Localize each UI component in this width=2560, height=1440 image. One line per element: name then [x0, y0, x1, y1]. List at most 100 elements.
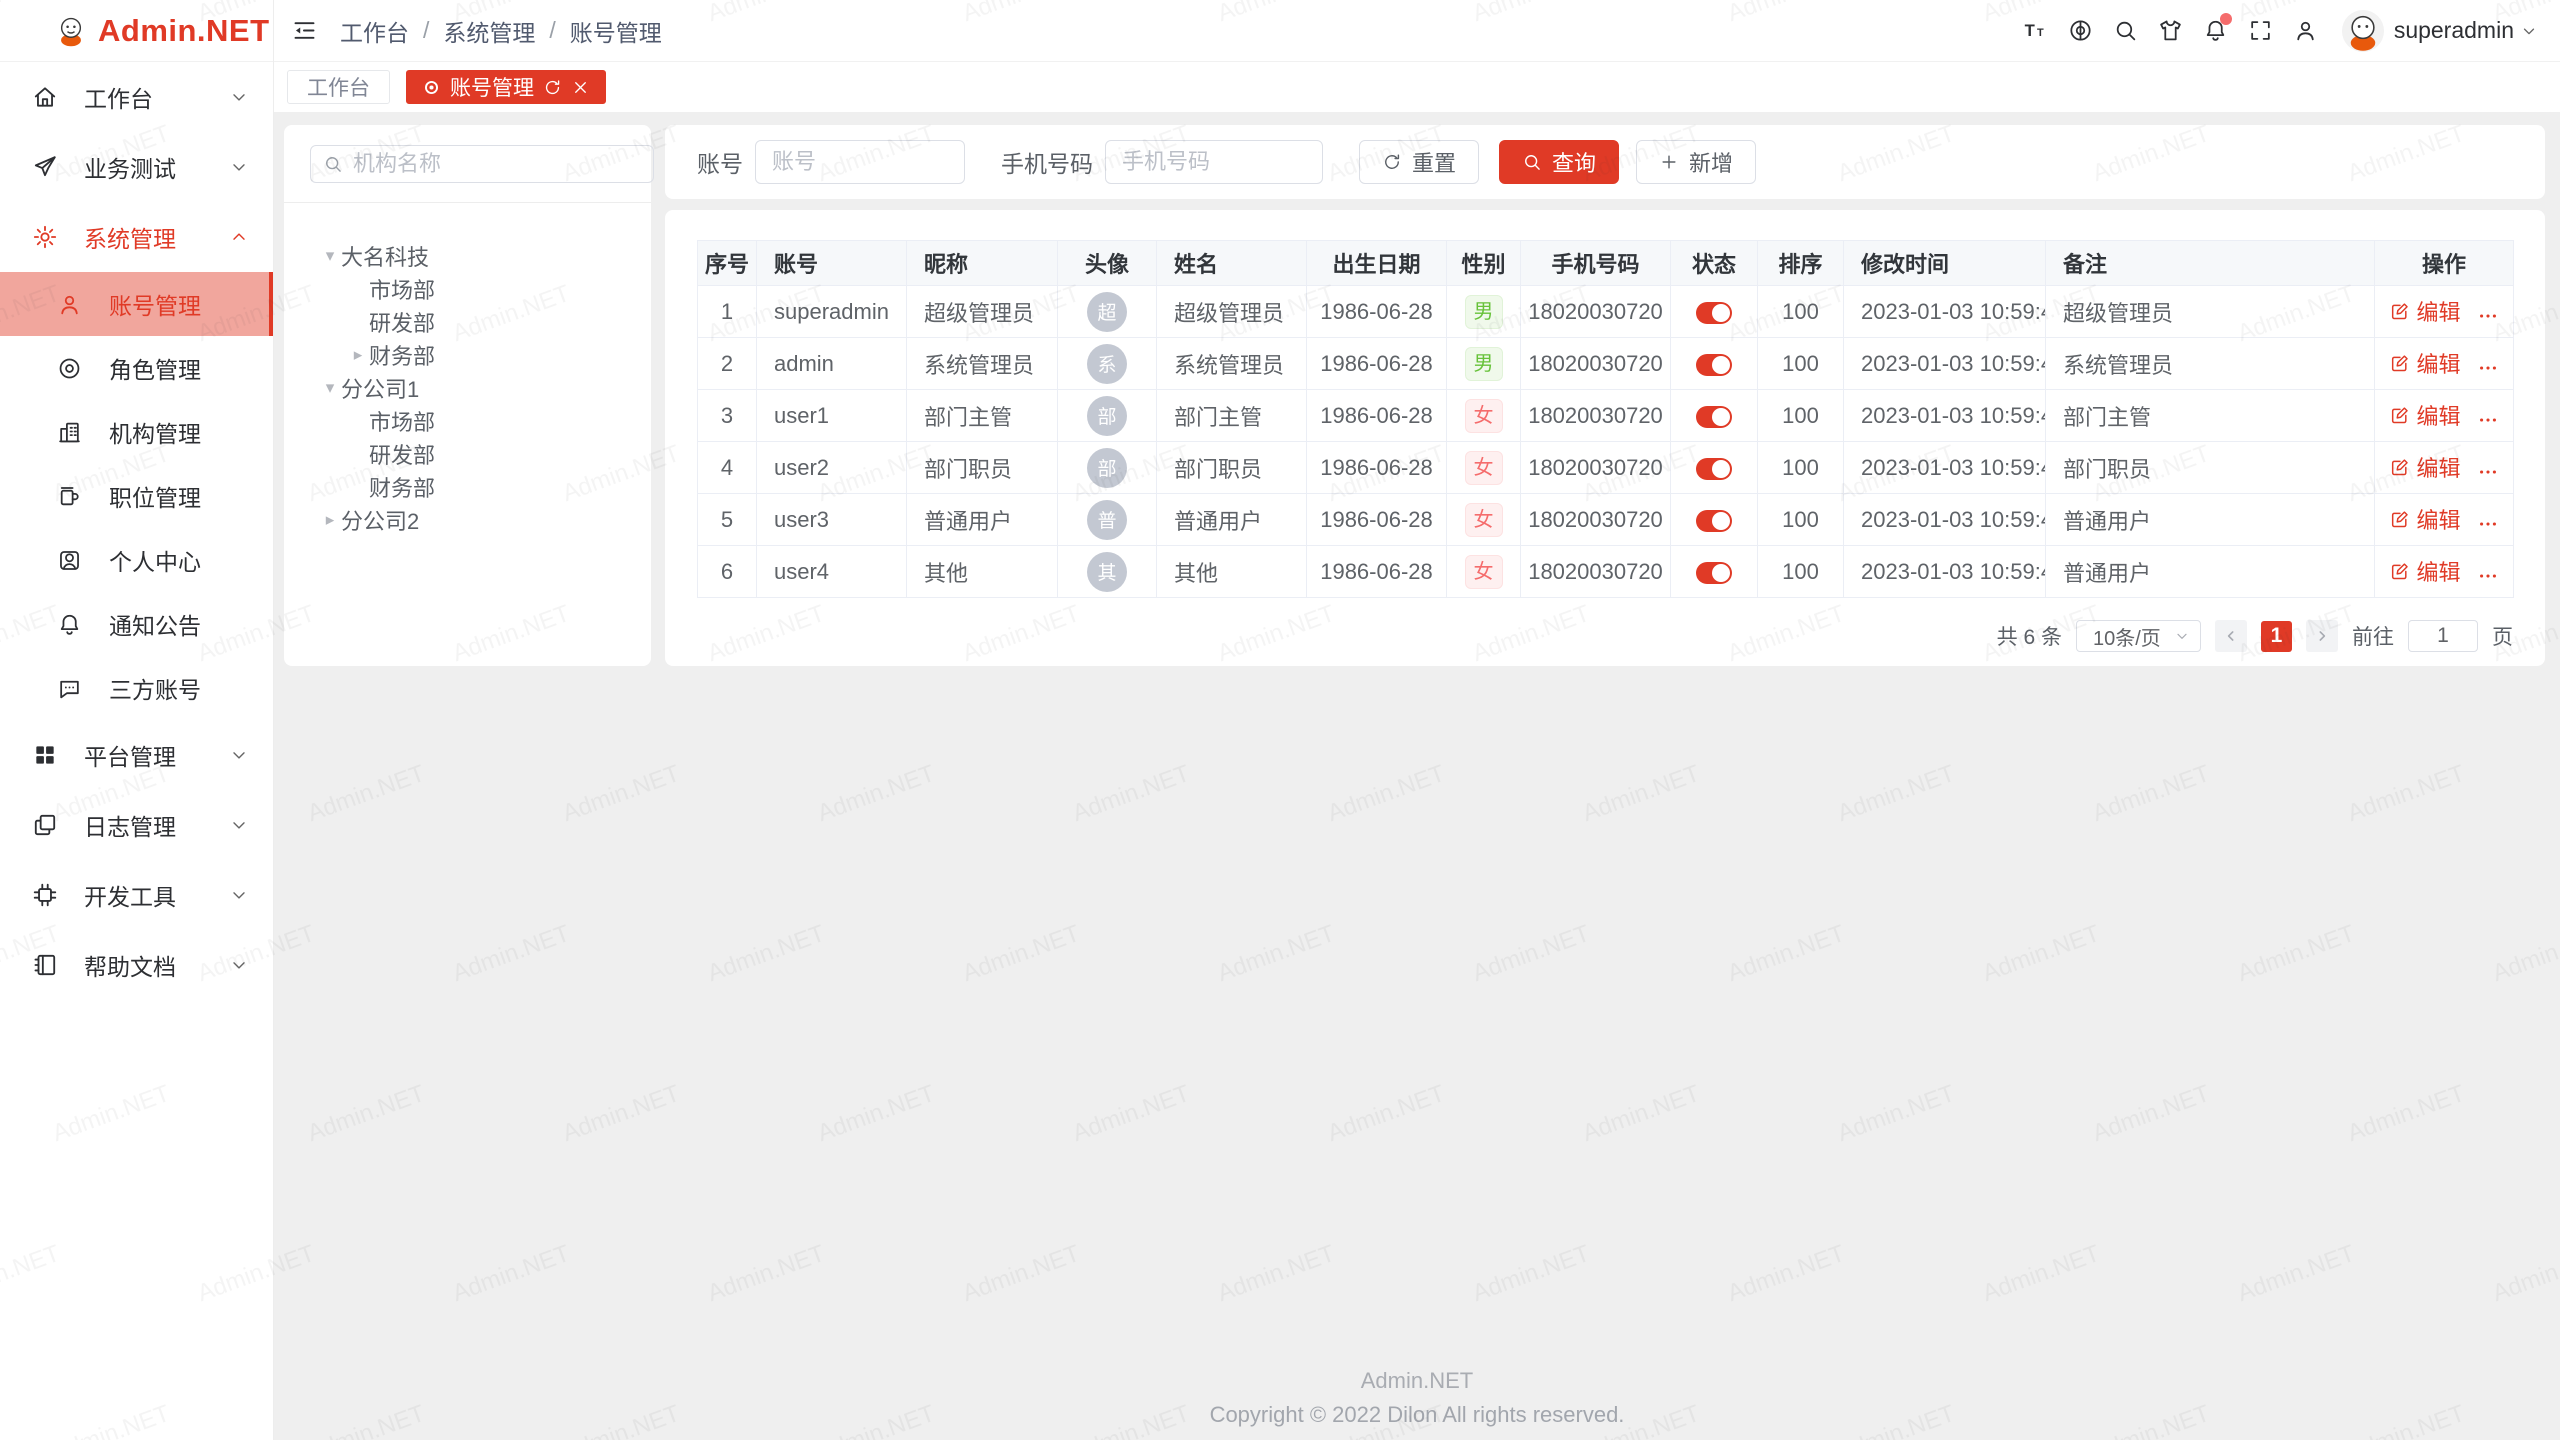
- menu-fold-icon[interactable]: [291, 17, 318, 44]
- column-header-sort: 排序: [1758, 241, 1844, 286]
- breadcrumb-item[interactable]: 账号管理: [570, 14, 662, 48]
- row-more-button[interactable]: [2477, 513, 2499, 535]
- edit-button[interactable]: 编辑: [2389, 347, 2460, 379]
- cell-birth: 1986-06-28: [1307, 286, 1447, 338]
- logo[interactable]: Admin.NET: [0, 0, 273, 62]
- tree-node[interactable]: 财务部: [284, 470, 651, 503]
- tree-node[interactable]: 研发部: [284, 437, 651, 470]
- content: ▾ 大名科技 市场部 研发部 ▸ 财务部 ▾ 分公司1 市场部 研发部 财务部: [274, 112, 2560, 1440]
- edit-label: 编辑: [2416, 295, 2460, 327]
- account-filter-input[interactable]: [755, 140, 965, 184]
- table-row: 6user4其他其其他1986-06-28女180200307201002023…: [698, 546, 2514, 598]
- status-toggle[interactable]: [1696, 354, 1732, 376]
- row-more-button[interactable]: [2477, 305, 2499, 327]
- status-toggle[interactable]: [1696, 406, 1732, 428]
- status-toggle[interactable]: [1696, 302, 1732, 324]
- sidebar-item-platform-mgmt[interactable]: 平台管理: [0, 720, 273, 790]
- sidebar-item-label: 帮助文档: [84, 948, 229, 982]
- column-header-remark: 备注: [2046, 241, 2375, 286]
- sidebar-item-system-mgmt[interactable]: 系统管理: [0, 202, 273, 272]
- cell-status: [1671, 442, 1758, 494]
- edit-label: 编辑: [2416, 399, 2460, 431]
- reset-button[interactable]: 重置: [1359, 140, 1479, 184]
- prev-page-button[interactable]: [2215, 620, 2247, 652]
- language-button[interactable]: [2058, 8, 2103, 53]
- notification-button[interactable]: [2193, 8, 2238, 53]
- chevron-down-icon[interactable]: [2520, 22, 2538, 40]
- sidebar-item-log-mgmt[interactable]: 日志管理: [0, 790, 273, 860]
- status-toggle[interactable]: [1696, 458, 1732, 480]
- tree-node[interactable]: 研发部: [284, 305, 651, 338]
- theme-button[interactable]: [2148, 8, 2193, 53]
- edit-button[interactable]: 编辑: [2389, 295, 2460, 327]
- sidebar-item-help-docs[interactable]: 帮助文档: [0, 930, 273, 1000]
- chevron-left-icon: [2223, 628, 2239, 644]
- sidebar-item-third-party-account[interactable]: 三方账号: [0, 656, 273, 720]
- close-icon[interactable]: [571, 78, 590, 97]
- tree-node[interactable]: 市场部: [284, 404, 651, 437]
- tree-node[interactable]: 市场部: [284, 272, 651, 305]
- tree-caret-icon[interactable]: ▾: [319, 378, 341, 398]
- row-more-button[interactable]: [2477, 357, 2499, 379]
- phone-filter-input[interactable]: [1105, 140, 1323, 184]
- row-more-button[interactable]: [2477, 461, 2499, 483]
- sidebar-item-position-mgmt[interactable]: 职位管理: [0, 464, 273, 528]
- sidebar-item-label: 业务测试: [84, 150, 229, 184]
- cell-actions: 编辑: [2375, 338, 2514, 390]
- table-row: 5user3普通用户普普通用户1986-06-28女18020030720100…: [698, 494, 2514, 546]
- cell-account: user2: [757, 442, 907, 494]
- username[interactable]: superadmin: [2394, 17, 2514, 44]
- edit-button[interactable]: 编辑: [2389, 451, 2460, 483]
- tab-bar: 工作台账号管理: [274, 62, 2560, 112]
- tree-caret-icon[interactable]: ▸: [347, 345, 369, 365]
- add-button[interactable]: 新增: [1636, 140, 1756, 184]
- theme-icon: [2158, 18, 2183, 43]
- mascot-logo-icon: [54, 14, 88, 48]
- status-toggle[interactable]: [1696, 510, 1732, 532]
- sidebar-item-personal-center[interactable]: 个人中心: [0, 528, 273, 592]
- row-more-button[interactable]: [2477, 409, 2499, 431]
- sidebar-item-account-mgmt[interactable]: 账号管理: [0, 272, 273, 336]
- tab-workbench[interactable]: 工作台: [287, 70, 390, 104]
- page-size-select[interactable]: 10条/页: [2076, 620, 2201, 652]
- refresh-icon[interactable]: [543, 78, 562, 97]
- cell-phone: 18020030720: [1521, 286, 1671, 338]
- tree-node[interactable]: ▸ 财务部: [284, 338, 651, 371]
- sidebar-item-business-test[interactable]: 业务测试: [0, 132, 273, 202]
- tree-node[interactable]: ▸ 分公司2: [284, 503, 651, 536]
- font-size-icon: TT: [2023, 18, 2048, 43]
- avatar[interactable]: [2342, 10, 2384, 52]
- tab-account-mgmt[interactable]: 账号管理: [406, 70, 606, 104]
- query-button[interactable]: 查询: [1499, 140, 1619, 184]
- page-number-current[interactable]: 1: [2261, 621, 2292, 652]
- tree-node[interactable]: ▾ 分公司1: [284, 371, 651, 404]
- edit-button[interactable]: 编辑: [2389, 399, 2460, 431]
- row-more-button[interactable]: [2477, 565, 2499, 587]
- sidebar-item-notice[interactable]: 通知公告: [0, 592, 273, 656]
- cell-actions: 编辑: [2375, 286, 2514, 338]
- sidebar-item-workbench[interactable]: 工作台: [0, 62, 273, 132]
- tree-caret-icon[interactable]: ▸: [319, 510, 341, 530]
- search-button[interactable]: [2103, 8, 2148, 53]
- account-filter-label: 账号: [697, 145, 743, 179]
- cell-gender: 女: [1447, 494, 1521, 546]
- status-toggle[interactable]: [1696, 562, 1732, 584]
- fullscreen-button[interactable]: [2238, 8, 2283, 53]
- goto-page-input[interactable]: [2408, 620, 2478, 652]
- sidebar-item-org-mgmt[interactable]: 机构管理: [0, 400, 273, 464]
- font-size-button[interactable]: TT: [2013, 8, 2058, 53]
- edit-button[interactable]: 编辑: [2389, 555, 2460, 587]
- sidebar-item-role-mgmt[interactable]: 角色管理: [0, 336, 273, 400]
- tree-node[interactable]: ▾ 大名科技: [284, 239, 651, 272]
- sidebar-item-dev-tools[interactable]: 开发工具: [0, 860, 273, 930]
- next-page-button[interactable]: [2306, 620, 2338, 652]
- tree-caret-icon[interactable]: ▾: [319, 246, 341, 266]
- breadcrumb-item[interactable]: 系统管理: [443, 14, 535, 48]
- breadcrumb-item[interactable]: 工作台: [340, 14, 409, 48]
- cell-account: user1: [757, 390, 907, 442]
- org-search-input[interactable]: [353, 151, 641, 177]
- user-button[interactable]: [2283, 8, 2328, 53]
- cell-status: [1671, 546, 1758, 598]
- edit-button[interactable]: 编辑: [2389, 503, 2460, 535]
- cell-name: 普通用户: [1157, 494, 1307, 546]
